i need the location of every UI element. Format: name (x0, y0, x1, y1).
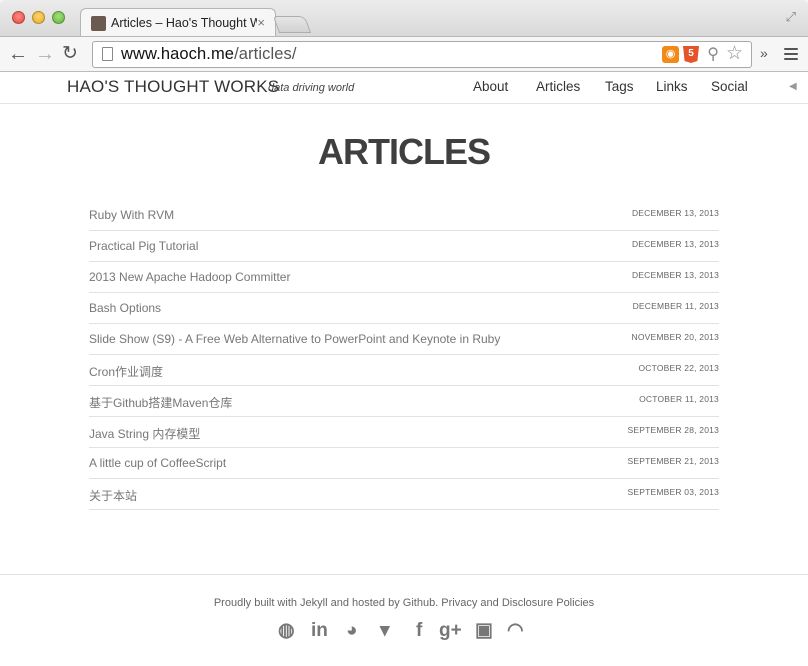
post-date: NOVEMBER 20, 2013 (631, 332, 719, 342)
site-tagline: data driving world (268, 82, 355, 94)
fullscreen-icon[interactable]: ⤢ (786, 9, 796, 25)
collapse-arrow-icon[interactable]: ◀ (789, 81, 797, 92)
favicon-icon (91, 16, 106, 31)
post-date: OCTOBER 11, 2013 (639, 394, 719, 404)
linkedin-icon[interactable]: in (311, 619, 328, 643)
google-plus-icon[interactable]: g+ (439, 619, 462, 643)
post-title-link[interactable]: Java String 内存模型 (89, 425, 200, 442)
browser-toolbar: ← → ↻ www.haoch.me/articles/ ◉ 5 ⚲ ☆ » (0, 36, 808, 72)
extensions-chevron-icon[interactable]: » (760, 45, 768, 61)
rss-icon[interactable]: ◠ (507, 619, 524, 643)
post-date: DECEMBER 11, 2013 (632, 301, 719, 311)
minimize-window-button[interactable] (32, 11, 45, 24)
list-item: Slide Show (S9) - A Free Web Alternative… (89, 324, 719, 355)
post-date: DECEMBER 13, 2013 (631, 239, 719, 249)
nav-item-links[interactable]: Links (656, 79, 688, 94)
url-path: /articles/ (234, 45, 297, 63)
list-item: 2013 New Apache Hadoop Committer DECEMBER… (89, 262, 719, 293)
menu-icon[interactable] (784, 48, 798, 63)
nav-item-tags[interactable]: Tags (605, 79, 634, 94)
star-icon[interactable]: ☆ (726, 42, 743, 65)
list-item: Ruby With RVM DECEMBER 13, 2013 (89, 200, 719, 231)
url-domain: www.haoch.me (121, 45, 235, 63)
weibo-icon[interactable]: ◕ (346, 619, 357, 643)
list-item: Java String 内存模型 SEPTEMBER 28, 2013 (89, 417, 719, 448)
instagram-icon[interactable]: ▣ (475, 619, 493, 643)
post-title-link[interactable]: Practical Pig Tutorial (89, 239, 198, 253)
footer-text: Proudly built with Jekyll and hosted by … (213, 597, 595, 609)
nav-item-articles[interactable]: Articles (536, 79, 580, 94)
page-icon (102, 47, 113, 61)
back-arrow-icon[interactable]: ← (8, 43, 28, 65)
tab-title: Articles – Hao's Thought W (111, 16, 257, 30)
web-page: HAO'S THOUGHT WORKS data driving world A… (0, 72, 808, 666)
list-item: Cron作业调度 OCTOBER 22, 2013 (89, 355, 719, 386)
nav-item-about[interactable]: About (473, 79, 508, 94)
page-title: ARTICLES (318, 131, 491, 172)
new-tab-button[interactable] (272, 16, 312, 33)
post-date: DECEMBER 13, 2013 (631, 208, 719, 218)
url-text[interactable]: www.haoch.me/articles/ (121, 45, 297, 64)
list-item: Bash Options DECEMBER 11, 2013 (89, 293, 719, 324)
post-date: DECEMBER 13, 2013 (631, 270, 719, 280)
facebook-icon[interactable]: f (416, 619, 422, 643)
post-title-link[interactable]: Slide Show (S9) - A Free Web Alternative… (89, 332, 500, 346)
post-list: Ruby With RVM DECEMBER 13, 2013 Practical… (89, 200, 719, 510)
post-date: SEPTEMBER 28, 2013 (627, 425, 719, 435)
list-item: 基于Github搭建Maven仓库 OCTOBER 11, 2013 (89, 386, 719, 417)
list-item: 关于本站 SEPTEMBER 03, 2013 (89, 479, 719, 510)
address-bar[interactable]: www.haoch.me/articles/ ◉ 5 ⚲ ☆ (92, 41, 752, 68)
post-title-link[interactable]: Bash Options (89, 301, 161, 315)
zoom-window-button[interactable] (52, 11, 65, 24)
post-date: SEPTEMBER 21, 2013 (627, 456, 719, 466)
close-window-button[interactable] (12, 11, 25, 24)
site-footer: Proudly built with Jekyll and hosted by … (0, 574, 808, 666)
html5-icon[interactable]: 5 (683, 46, 699, 63)
tab-bar: Articles – Hao's Thought W × ⤢ (0, 0, 808, 37)
twitter-icon[interactable]: ▾ (380, 619, 390, 643)
post-title-link[interactable]: Cron作业调度 (89, 363, 163, 380)
post-title-link[interactable]: 2013 New Apache Hadoop Committer (89, 270, 290, 284)
site-brand[interactable]: HAO'S THOUGHT WORKS (67, 77, 279, 97)
search-icon[interactable]: ⚲ (707, 44, 719, 64)
post-date: OCTOBER 22, 2013 (638, 363, 719, 373)
forward-arrow-icon[interactable]: → (35, 43, 55, 65)
list-item: Practical Pig Tutorial DECEMBER 13, 2013 (89, 231, 719, 262)
nav-item-social[interactable]: Social (711, 79, 748, 94)
list-item: A little cup of CoffeeScript SEPTEMBER 21… (89, 448, 719, 479)
github-icon[interactable]: ◍ (278, 619, 295, 643)
site-header: HAO'S THOUGHT WORKS data driving world A… (0, 72, 808, 104)
tab-articles[interactable]: Articles – Hao's Thought W × (80, 8, 276, 37)
post-title-link[interactable]: 基于Github搭建Maven仓库 (89, 394, 232, 411)
post-title-link[interactable]: Ruby With RVM (89, 208, 174, 222)
tab-close-icon[interactable]: × (257, 15, 265, 30)
rss-icon[interactable]: ◉ (662, 46, 679, 63)
post-title-link[interactable]: A little cup of CoffeeScript (89, 456, 226, 470)
social-icons: ◍ in ◕ ▾ f g+ ▣ ◠ (276, 619, 536, 643)
browser-window: Articles – Hao's Thought W × ⤢ ← → ↻ www… (0, 0, 808, 666)
post-title-link[interactable]: 关于本站 (89, 487, 137, 504)
post-date: SEPTEMBER 03, 2013 (627, 487, 719, 497)
reload-icon[interactable]: ↻ (62, 43, 78, 65)
